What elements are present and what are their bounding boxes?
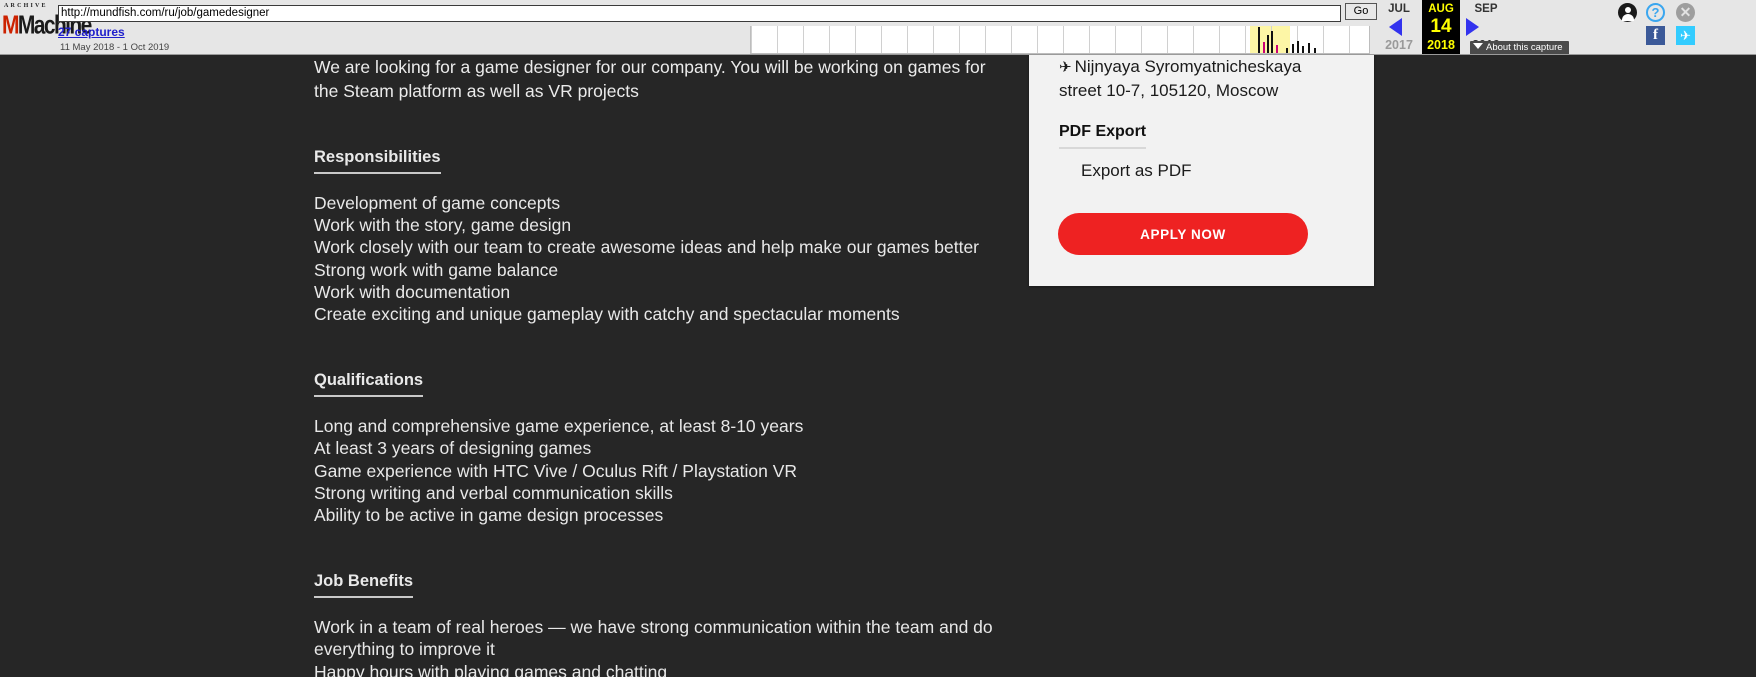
current-day-label: 14 — [1430, 16, 1452, 37]
section-job-benefits: Job Benefits Work in a team of real hero… — [314, 572, 1004, 677]
previous-year-label: 2017 — [1385, 38, 1413, 52]
about-this-capture-label: About this capture — [1486, 42, 1563, 53]
previous-capture-arrow-icon[interactable] — [1389, 18, 1402, 36]
facebook-share-icon[interactable]: f — [1646, 26, 1665, 45]
list-item: Development of game concepts — [314, 193, 561, 213]
list-item: everything to improve it — [314, 639, 495, 660]
location-pin-icon: ✈ — [1059, 59, 1072, 76]
wayback-machine-toolbar: ARCHIVE MMachine Go 27 captures 11 May 2… — [0, 0, 1756, 55]
close-icon[interactable]: ✕ — [1676, 3, 1695, 22]
list-item: Work in a team of real heroes — we have … — [314, 617, 993, 638]
section-heading: Job Benefits — [314, 572, 414, 599]
pdf-export-heading: PDF Export — [1059, 123, 1147, 149]
logo-archive-text: ARCHIVE — [4, 3, 48, 9]
section-heading: Responsibilities — [314, 148, 441, 174]
list-item: Long and comprehensive game experience, … — [314, 416, 804, 437]
section-qualifications: Qualifications Long and comprehensive ga… — [314, 371, 1004, 526]
section-items: Work in a team of real heroes — we have … — [314, 616, 1004, 677]
list-item: Strong work with game balance — [314, 259, 559, 280]
captures-count-link[interactable]: 27 captures — [58, 25, 125, 39]
list-item: Ability to be active in game design proc… — [314, 505, 664, 526]
capture-date-range: 11 May 2018 - 1 Oct 2019 — [60, 42, 170, 53]
section-responsibilities: Responsibilities Development of game con… — [314, 148, 1004, 325]
help-icon[interactable]: ? — [1646, 3, 1665, 22]
go-button[interactable]: Go — [1345, 3, 1377, 20]
current-month-label: AUG — [1428, 3, 1454, 15]
section-items: Long and comprehensive game experience, … — [314, 415, 1004, 526]
url-bar-wrapper — [58, 3, 1341, 22]
section-heading: Qualifications — [314, 371, 424, 398]
list-item: Work closely with our team to create awe… — [314, 237, 979, 258]
apply-now-button[interactable]: APPLY NOW — [1058, 213, 1308, 255]
list-item: Happy hours with playing games and chatt… — [314, 661, 668, 677]
wayback-machine-logo[interactable]: ARCHIVE MMachine — [2, 2, 92, 46]
export-as-pdf-link[interactable]: Export as PDF — [1081, 161, 1344, 181]
url-input[interactable] — [58, 4, 1341, 22]
list-item: Strong writing and verbal communication … — [314, 482, 673, 503]
about-this-capture-toggle[interactable]: About this capture — [1470, 41, 1569, 54]
job-description-column: We are looking for a game designer for o… — [314, 55, 1004, 677]
list-item: At least 3 years of designing games — [314, 438, 592, 459]
twitter-share-icon[interactable]: ✈ — [1676, 26, 1695, 45]
next-capture-arrow-icon[interactable] — [1466, 18, 1479, 36]
intro-line: the Steam platform as well as VR project… — [314, 80, 639, 101]
list-item: Create exciting and unique gameplay with… — [314, 304, 900, 325]
intro-line: We are looking for a game designer for o… — [314, 57, 986, 77]
next-month-label: SEP — [1474, 3, 1498, 15]
logo-machine-text: MMachine — [2, 11, 92, 40]
section-items: Development of game concepts Work with t… — [314, 192, 1004, 325]
capture-timeline-sparkline[interactable] — [750, 26, 1370, 54]
current-capture-date: AUG 14 2018 — [1422, 0, 1460, 54]
company-address: ✈ Nijnyaya Syromyatnicheskaya street 10-7… — [1059, 55, 1344, 102]
chevron-down-icon — [1473, 43, 1483, 49]
card-content: ✈ Nijnyaya Syromyatnicheskaya street 10-7… — [1029, 55, 1374, 181]
previous-month-label: JUL — [1388, 3, 1410, 15]
user-account-icon[interactable] — [1618, 3, 1637, 22]
job-info-card: ✈ Nijnyaya Syromyatnicheskaya street 10-7… — [1029, 55, 1374, 286]
current-year-label: 2018 — [1427, 38, 1455, 52]
address-line-2: street 10-7, 105120, Moscow — [1059, 81, 1279, 100]
timeline-highlight — [1250, 26, 1290, 53]
list-item: Game experience with HTC Vive / Oculus R… — [314, 460, 798, 481]
page-content: We are looking for a game designer for o… — [0, 55, 1756, 677]
list-item: Work with the story, game design — [314, 215, 572, 236]
list-item: Work with documentation — [314, 281, 511, 302]
address-line-1: Nijnyaya Syromyatnicheskaya — [1074, 57, 1302, 76]
